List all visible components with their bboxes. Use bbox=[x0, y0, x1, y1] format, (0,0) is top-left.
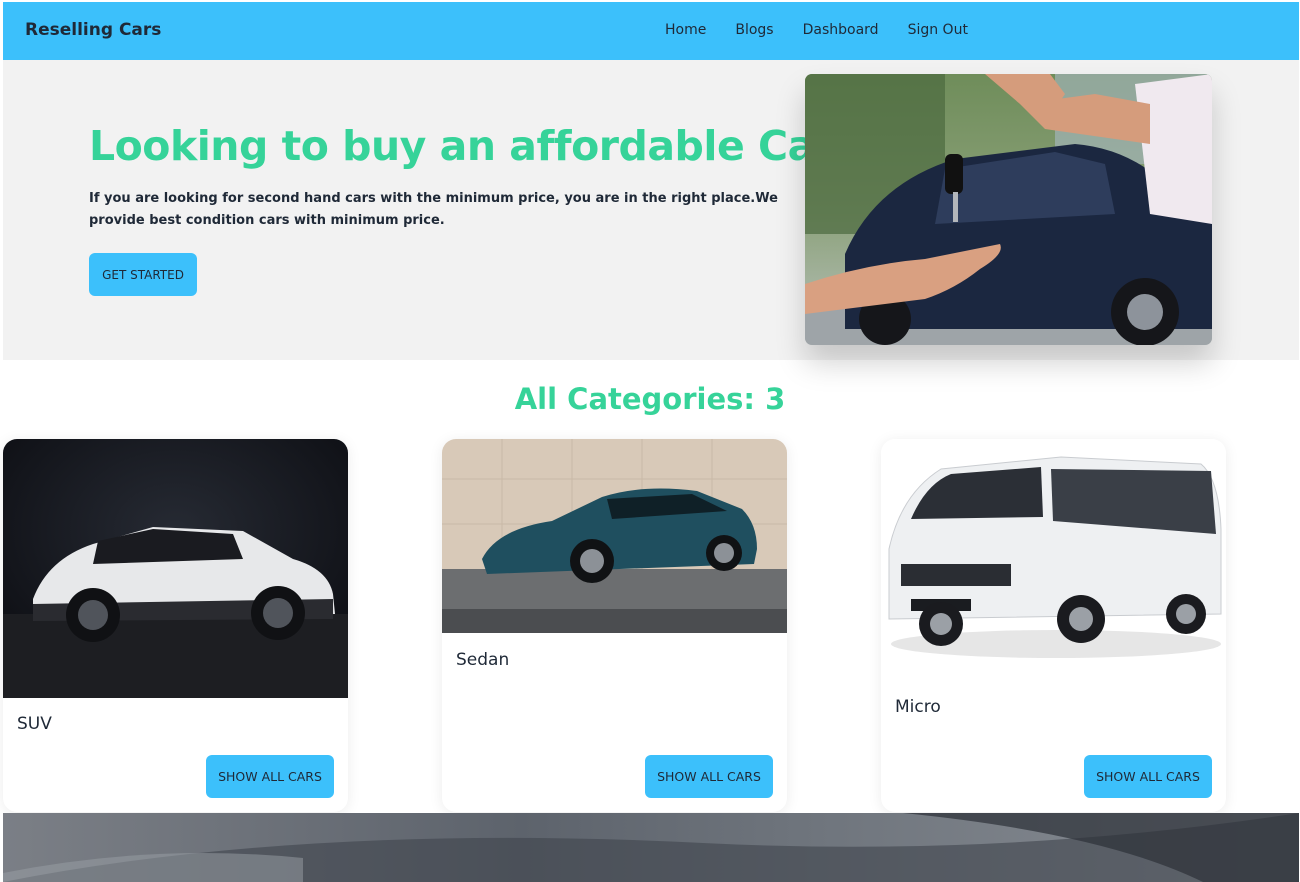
get-started-button[interactable]: GET STARTED bbox=[89, 253, 197, 296]
show-all-cars-button[interactable]: SHOW ALL CARS bbox=[1084, 755, 1212, 798]
hero-description: If you are looking for second hand cars … bbox=[89, 191, 778, 228]
category-card-micro: Micro SHOW ALL CARS bbox=[881, 439, 1226, 812]
suv-image bbox=[3, 439, 348, 698]
nav-link-home[interactable]: Home bbox=[665, 22, 706, 38]
category-card-sedan: Sedan SHOW ALL CARS bbox=[442, 439, 787, 812]
hero-title: Looking to buy an affordable Car? bbox=[89, 122, 858, 170]
hero-section: Looking to buy an affordable Car? If you… bbox=[3, 60, 1299, 360]
categories-title: All Categories: 3 bbox=[514, 382, 786, 416]
category-name: SUV bbox=[17, 714, 52, 734]
bottom-banner-image bbox=[3, 813, 1299, 882]
category-card-suv: SUV SHOW ALL CARS bbox=[3, 439, 348, 812]
nav-link-sign-out[interactable]: Sign Out bbox=[908, 22, 968, 38]
hero-car-key-image bbox=[805, 74, 1212, 345]
show-all-cars-button[interactable]: SHOW ALL CARS bbox=[645, 755, 773, 798]
nav-links: Home Blogs Dashboard Sign Out bbox=[665, 22, 997, 38]
nav-link-dashboard[interactable]: Dashboard bbox=[803, 22, 879, 38]
category-name: Micro bbox=[895, 697, 941, 717]
brand-logo[interactable]: Reselling Cars bbox=[25, 20, 161, 40]
navbar: Reselling Cars Home Blogs Dashboard Sign… bbox=[3, 2, 1299, 60]
nav-link-blogs[interactable]: Blogs bbox=[735, 22, 773, 38]
category-name: Sedan bbox=[456, 650, 510, 670]
show-all-cars-button[interactable]: SHOW ALL CARS bbox=[206, 755, 334, 798]
micro-image bbox=[881, 439, 1226, 679]
sedan-image bbox=[442, 439, 787, 633]
